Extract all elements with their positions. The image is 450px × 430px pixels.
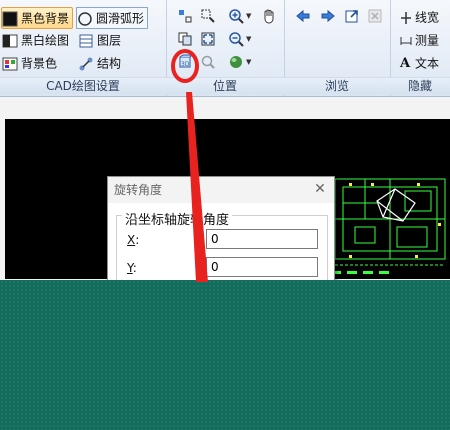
- copy-icon: [178, 32, 192, 46]
- arc-icon: [77, 11, 93, 27]
- structure-icon: [78, 56, 94, 72]
- structure-button[interactable]: 结构: [78, 53, 121, 73]
- copy-view-button[interactable]: [175, 29, 195, 49]
- pan-origin-button[interactable]: [175, 6, 195, 26]
- dialog-title: 旋转角度: [108, 177, 334, 203]
- zoom-out-dropdown-icon[interactable]: ▼: [246, 35, 251, 43]
- export-icon: [345, 10, 358, 23]
- group-position: ▼ ▼ 3D ▼ 位置: [166, 0, 285, 96]
- x-field-label: X:: [127, 233, 140, 247]
- group-browse: 浏览: [284, 0, 391, 96]
- group-label-position: 位置: [166, 77, 284, 94]
- layers-icon: [78, 33, 94, 49]
- ribbon-toolbar: 黑色背景 圆滑弧形 黑白绘图 图层 背景色 结构 CAD绘图设置 ▼ ▼ 3D …: [0, 0, 450, 97]
- zoom-window-button[interactable]: [198, 6, 218, 26]
- black-background-icon: [2, 11, 18, 27]
- close-view-button[interactable]: [365, 6, 385, 26]
- black-white-icon: [2, 33, 18, 49]
- palette-icon: [2, 56, 18, 72]
- zoom-in-button[interactable]: [226, 6, 246, 26]
- color-sphere-button[interactable]: [226, 52, 246, 72]
- zoom-in-icon: [229, 9, 244, 24]
- fit-view-icon: [201, 32, 215, 46]
- rotate-angle-button[interactable]: 3D: [175, 52, 195, 72]
- measure-icon: [400, 33, 412, 49]
- search-icon: [201, 55, 215, 69]
- group-label-hidden: 隐藏: [390, 77, 450, 94]
- axis-rotation-group-label: 沿坐标轴旋转角度: [122, 209, 233, 228]
- group-hidden: 线宽 测量 A 文本 隐藏: [390, 0, 450, 96]
- arrow-left-icon: [296, 9, 310, 23]
- svg-text:3D: 3D: [181, 61, 190, 68]
- move-icon: [179, 10, 192, 23]
- zoom-window-icon: [201, 9, 215, 23]
- smooth-arc-button[interactable]: 圆滑弧形: [76, 7, 149, 29]
- line-width-icon: [400, 10, 412, 26]
- pan-hand-button[interactable]: [259, 6, 279, 26]
- group-cad-settings: 黑色背景 圆滑弧形 黑白绘图 图层 背景色 结构 CAD绘图设置: [0, 0, 167, 96]
- export-button[interactable]: [342, 6, 362, 26]
- search-view-button[interactable]: [198, 52, 218, 72]
- x-angle-input[interactable]: [206, 229, 318, 249]
- text-icon: A: [400, 55, 411, 71]
- hand-icon: [264, 9, 274, 24]
- layers-button[interactable]: 图层: [78, 30, 121, 50]
- group-label-browse: 浏览: [284, 77, 390, 94]
- group-label-cad-settings: CAD绘图设置: [0, 77, 166, 94]
- zoom-in-dropdown-icon[interactable]: ▼: [246, 12, 251, 20]
- teal-overlay-panel: [0, 280, 450, 430]
- fit-view-button[interactable]: [198, 29, 218, 49]
- y-angle-input[interactable]: [206, 257, 318, 277]
- zoom-out-icon: [229, 32, 244, 47]
- line-width-button[interactable]: 线宽: [400, 7, 439, 27]
- background-color-button[interactable]: 背景色: [2, 53, 57, 73]
- text-button[interactable]: A 文本: [400, 53, 439, 73]
- sphere-icon: [230, 56, 242, 68]
- y-field-label: Y:: [127, 261, 137, 275]
- next-button[interactable]: [318, 6, 338, 26]
- rotate-3d-icon: 3D: [179, 54, 193, 68]
- previous-button[interactable]: [293, 6, 313, 26]
- close-view-icon: [368, 9, 382, 23]
- arrow-right-icon: [321, 9, 335, 23]
- sphere-dropdown-icon[interactable]: ▼: [246, 58, 251, 66]
- measure-button[interactable]: 测量: [400, 30, 439, 50]
- close-icon[interactable]: ✕: [312, 181, 328, 197]
- black-background-button[interactable]: 黑色背景: [1, 7, 74, 29]
- black-white-drawing-button[interactable]: 黑白绘图: [2, 30, 69, 50]
- zoom-out-button[interactable]: [226, 29, 246, 49]
